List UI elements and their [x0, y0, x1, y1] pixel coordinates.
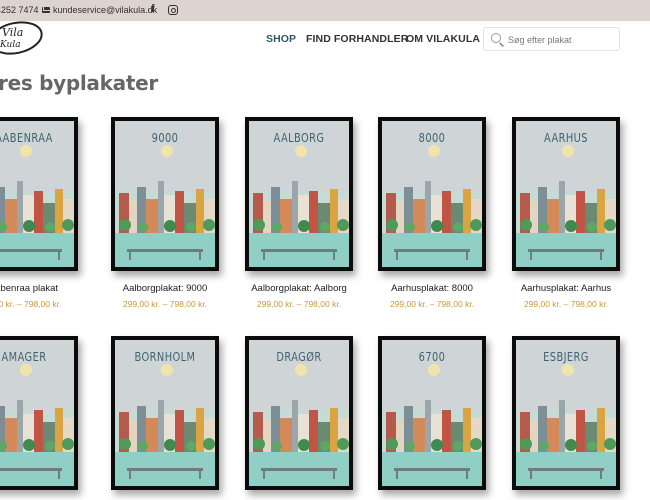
logo-text-bottom: Kula: [0, 40, 21, 50]
instagram-icon[interactable]: [168, 5, 178, 15]
product-title[interactable]: Aarhusplakat: Aarhus: [496, 283, 636, 294]
email-link[interactable]: kundeservice@vilakula.dk: [42, 5, 157, 15]
poster-image[interactable]: DRAGØR: [249, 340, 349, 486]
product-price: 299,00 kr. – 798,00 kr.: [523, 299, 609, 309]
poster-city-label: AABENRAA: [0, 131, 53, 145]
product-title[interactable]: Aalborgplakat: Aalborg: [229, 283, 369, 294]
poster-city-label: 6700: [418, 350, 446, 364]
logo-text-top: Vila: [2, 26, 23, 39]
nav-shop[interactable]: SHOP: [266, 33, 296, 45]
search-icon: [491, 33, 501, 43]
poster-city-label: ESBJERG: [543, 350, 589, 364]
poster-city-label: 9000: [151, 131, 179, 145]
poster-image[interactable]: AABENRAA: [0, 121, 74, 267]
poster-frame[interactable]: 6700: [378, 336, 486, 490]
product-price: 299,00 kr. – 798,00 kr.: [256, 299, 342, 309]
product-price: 299,00 kr. – 798,00 kr.: [389, 299, 475, 309]
product-title[interactable]: Aarhusplakat: 8000: [362, 283, 502, 294]
poster-frame[interactable]: ESBJERG: [512, 336, 620, 490]
product-price: 299,00 kr. – 798,00 kr.: [122, 299, 208, 309]
poster-frame[interactable]: DRAGØR: [245, 336, 353, 490]
poster-image[interactable]: 8000: [382, 121, 482, 267]
poster-image[interactable]: 9000: [115, 121, 215, 267]
poster-frame[interactable]: BORNHOLM: [111, 336, 219, 490]
poster-frame[interactable]: AABENRAA: [0, 117, 78, 271]
facebook-icon[interactable]: f: [151, 3, 155, 15]
poster-image[interactable]: ESBJERG: [516, 340, 616, 486]
envelope-icon: [42, 7, 51, 13]
poster-city-label: AARHUS: [544, 131, 588, 145]
search-input[interactable]: [508, 32, 616, 47]
poster-city-label: AMAGER: [1, 350, 47, 364]
poster-frame[interactable]: 8000: [378, 117, 486, 271]
top-bar: 4252 7474 kundeservice@vilakula.dk f: [0, 0, 650, 21]
poster-frame[interactable]: AALBORG: [245, 117, 353, 271]
product-title[interactable]: aabenraa plakat: [0, 283, 94, 294]
poster-image[interactable]: AALBORG: [249, 121, 349, 267]
vila-kula-logo[interactable]: Vila Kula: [0, 20, 44, 56]
poster-image[interactable]: AARHUS: [516, 121, 616, 267]
poster-frame[interactable]: AMAGER: [0, 336, 78, 490]
nav-om-vilakula[interactable]: OM VILAKULA: [406, 33, 480, 45]
poster-city-label: BORNHOLM: [134, 350, 196, 364]
nav-find-forhandler[interactable]: FIND FORHANDLER: [306, 33, 408, 45]
poster-city-label: DRAGØR: [276, 350, 322, 364]
poster-image[interactable]: 6700: [382, 340, 482, 486]
poster-city-label: 8000: [418, 131, 446, 145]
poster-frame[interactable]: AARHUS: [512, 117, 620, 271]
product-price: 9,00 kr. – 798,00 kr.: [0, 299, 62, 309]
phone-number[interactable]: 4252 7474: [0, 5, 39, 15]
product-title[interactable]: Aalborgplakat: 9000: [95, 283, 235, 294]
page-title: res byplakater: [0, 71, 158, 95]
poster-image[interactable]: AMAGER: [0, 340, 74, 486]
poster-image[interactable]: BORNHOLM: [115, 340, 215, 486]
email-address[interactable]: kundeservice@vilakula.dk: [53, 5, 157, 15]
poster-frame[interactable]: 9000: [111, 117, 219, 271]
search-box[interactable]: [483, 27, 620, 51]
poster-city-label: AALBORG: [273, 131, 325, 145]
